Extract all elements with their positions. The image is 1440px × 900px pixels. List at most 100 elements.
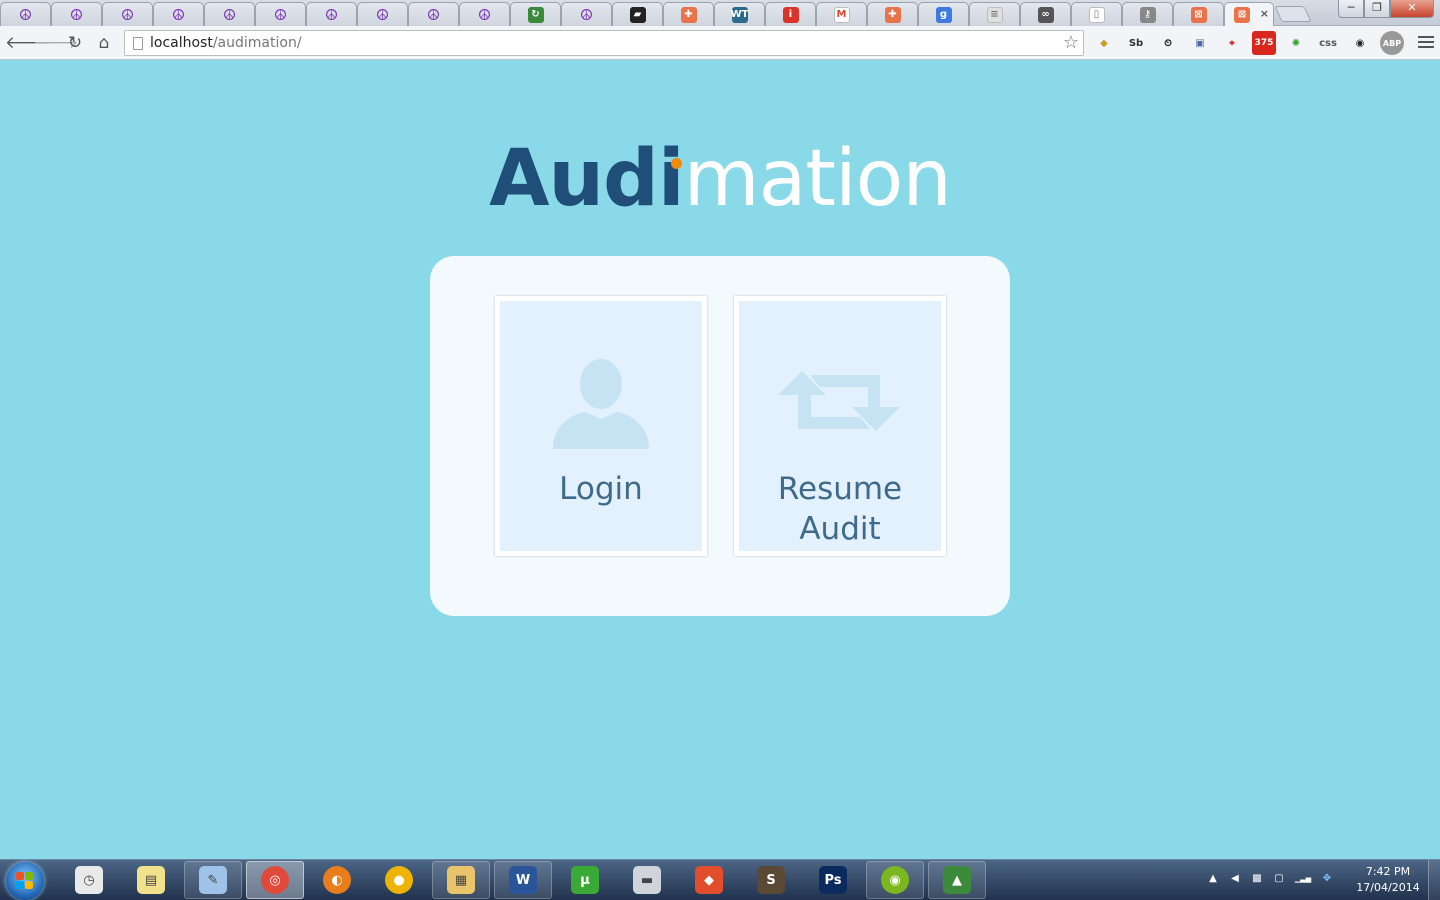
gmail-count-icon[interactable]: 375 <box>1252 31 1276 55</box>
browser-tab[interactable]: ▯ <box>1071 2 1122 26</box>
back-button[interactable]: 🡐 <box>5 31 51 55</box>
browser-tab[interactable]: ✚ <box>663 2 714 26</box>
sublime-icon: S <box>757 866 785 894</box>
browser-tab[interactable]: i <box>765 2 816 26</box>
browser-tab[interactable]: ☮ <box>561 2 612 26</box>
extension-icons: ◆ Sb ⏲ ▣ ⌖ 375 ✺ css ◉ ABP <box>1092 31 1404 55</box>
close-window-button[interactable]: ✕ <box>1390 0 1434 18</box>
gmail-icon: M <box>833 6 850 23</box>
signal-icon[interactable]: ▁▃▅ <box>1294 872 1312 886</box>
start-button[interactable] <box>6 862 44 900</box>
plus-cross-icon: ✚ <box>680 6 697 23</box>
abp-icon[interactable]: ABP <box>1380 31 1404 55</box>
sb-icon[interactable]: Sb <box>1124 31 1148 55</box>
browser-tab[interactable]: ☮ <box>153 2 204 26</box>
home-button[interactable]: ⌂ <box>92 31 116 55</box>
crosshair-icon[interactable]: ⌖ <box>1220 31 1244 55</box>
timer-icon[interactable]: ⏲ <box>1156 31 1180 55</box>
audit-label-line2: Audit <box>799 511 881 547</box>
new-tab-button[interactable] <box>1274 6 1312 22</box>
browser-tab[interactable]: ☮ <box>51 2 102 26</box>
utorrent-icon: µ <box>571 866 599 894</box>
taskbar-item-explorer[interactable]: ▦ <box>432 861 490 899</box>
color-wheel-icon[interactable]: ✺ <box>1284 31 1308 55</box>
taskbar-item-utorrent[interactable]: µ <box>556 861 614 899</box>
browser-tab[interactable]: ✚ <box>867 2 918 26</box>
spotify-icon: ◉ <box>881 866 909 894</box>
resume-label-line1: Resume <box>777 471 903 507</box>
plus-cross-icon: ✚ <box>884 6 901 23</box>
browser-tab[interactable]: ⊠ <box>1173 2 1224 26</box>
bookmark-star-icon[interactable]: ☆ <box>1063 32 1079 53</box>
tab-close-icon[interactable]: × <box>1260 7 1269 20</box>
sticky-notes-icon: ▤ <box>137 866 165 894</box>
taskbar-item-word[interactable]: W <box>494 861 552 899</box>
taskbar-item-circle-app[interactable]: ● <box>370 861 428 899</box>
maximize-button[interactable]: ❐ <box>1364 0 1390 18</box>
browser-tab[interactable]: ☮ <box>408 2 459 26</box>
browser-menu-icon[interactable] <box>1418 33 1434 53</box>
clock[interactable]: 7:42 PM 17/04/2014 <box>1352 864 1424 896</box>
peace-icon: ☮ <box>477 5 492 24</box>
browser-tab[interactable]: ∞ <box>1020 2 1071 26</box>
system-tray: ▲ ◀ ▩ ▢ ▁▃▅ ✥ <box>1206 872 1334 886</box>
browser-tab[interactable]: ☮ <box>357 2 408 26</box>
dropbox-icon[interactable]: ✥ <box>1320 872 1334 886</box>
stack-icon: ≡ <box>986 6 1003 23</box>
forward-button[interactable]: 🡒 <box>33 31 79 55</box>
peace-icon: ☮ <box>69 5 84 24</box>
show-desktop-button[interactable] <box>1428 860 1440 900</box>
eye-icon[interactable]: ◉ <box>1348 31 1372 55</box>
browser-tab[interactable]: ▰ <box>612 2 663 26</box>
taskbar-item-firefox[interactable]: ◐ <box>308 861 366 899</box>
url-text[interactable]: localhost/audimation/ <box>150 35 302 51</box>
audimation-logo: Audi mation <box>0 129 1440 229</box>
browser-tab[interactable]: ≡ <box>969 2 1020 26</box>
browser-tab[interactable]: WT <box>714 2 765 26</box>
browser-tab[interactable]: ☮ <box>459 2 510 26</box>
taskbar: ◷ ▤ ✎ ◎ ◐ ● ▦ Wµ ▬ ◆ S Ps ◉ ▲ ▲ ◀ ▩ ▢ ▁▃▅ ✥ 7:42 PM 17/04/… <box>0 859 1440 900</box>
browser-tab[interactable]: ☮ <box>204 2 255 26</box>
address-bar[interactable]: localhost/audimation/ ☆ <box>124 30 1084 56</box>
taskbar-item-spotify[interactable]: ◉ <box>866 861 924 899</box>
login-card-button[interactable]: Login <box>495 296 707 556</box>
taskbar-item-chrome[interactable]: ◎ <box>246 861 304 899</box>
window-icon[interactable]: ▣ <box>1188 31 1212 55</box>
browser-tab[interactable]: ☮ <box>306 2 357 26</box>
taskbar-item-notepad[interactable]: ✎ <box>184 861 242 899</box>
minimize-button[interactable]: ─ <box>1338 0 1364 18</box>
network-monitor-icon[interactable]: ▩ <box>1250 872 1264 886</box>
browser-tab[interactable]: M <box>816 2 867 26</box>
url-path: /audimation/ <box>212 35 302 51</box>
reload-button[interactable]: ↻ <box>63 31 87 55</box>
clipboard-icon[interactable]: ▢ <box>1272 872 1286 886</box>
taskbar-item-git[interactable]: ◆ <box>680 861 738 899</box>
taskbar-item-sublime[interactable]: S <box>742 861 800 899</box>
git-icon: ◆ <box>695 866 723 894</box>
browser-tab[interactable]: ☮ <box>102 2 153 26</box>
word-icon: W <box>509 866 537 894</box>
taskbar-item-stopwatch[interactable]: ◷ <box>60 861 118 899</box>
reload-icon: ↻ <box>67 33 83 53</box>
url-host: localhost <box>150 35 213 51</box>
basket-icon[interactable]: ◆ <box>1092 31 1116 55</box>
clock-date: 17/04/2014 <box>1356 881 1420 894</box>
browser-tab[interactable]: ⚷ <box>1122 2 1173 26</box>
taskbar-item-sticky-notes[interactable]: ▤ <box>122 861 180 899</box>
browser-tab[interactable]: ↻ <box>510 2 561 26</box>
firefox-icon: ◐ <box>323 866 351 894</box>
volume-icon[interactable]: ◀ <box>1228 872 1242 886</box>
active-browser-tab[interactable]: ⊠ × <box>1224 2 1274 26</box>
taskbar-item-avg[interactable]: ▲ <box>928 861 986 899</box>
login-label: Login <box>559 471 643 507</box>
browser-tab[interactable]: ☮ <box>255 2 306 26</box>
resume-audit-card-button[interactable]: Resume Audit <box>734 296 946 556</box>
tab-strip: ☮ ☮ ☮ ☮ ☮ ☮ ☮ ☮ ☮ ☮ ↻ ☮ ▰ ✚ WT i M ✚ g ≡ ∞ ▯ ⚷ ⊠ ⊠ × ─ ❐ ✕ <box>0 0 1440 26</box>
tray-arrow-icon[interactable]: ▲ <box>1206 872 1220 886</box>
browser-tab[interactable]: ☮ <box>0 2 51 26</box>
avg-icon: ▲ <box>943 866 971 894</box>
css-icon[interactable]: css <box>1316 31 1340 55</box>
browser-tab[interactable]: g <box>918 2 969 26</box>
taskbar-item-drive[interactable]: ▬ <box>618 861 676 899</box>
taskbar-item-photoshop[interactable]: Ps <box>804 861 862 899</box>
